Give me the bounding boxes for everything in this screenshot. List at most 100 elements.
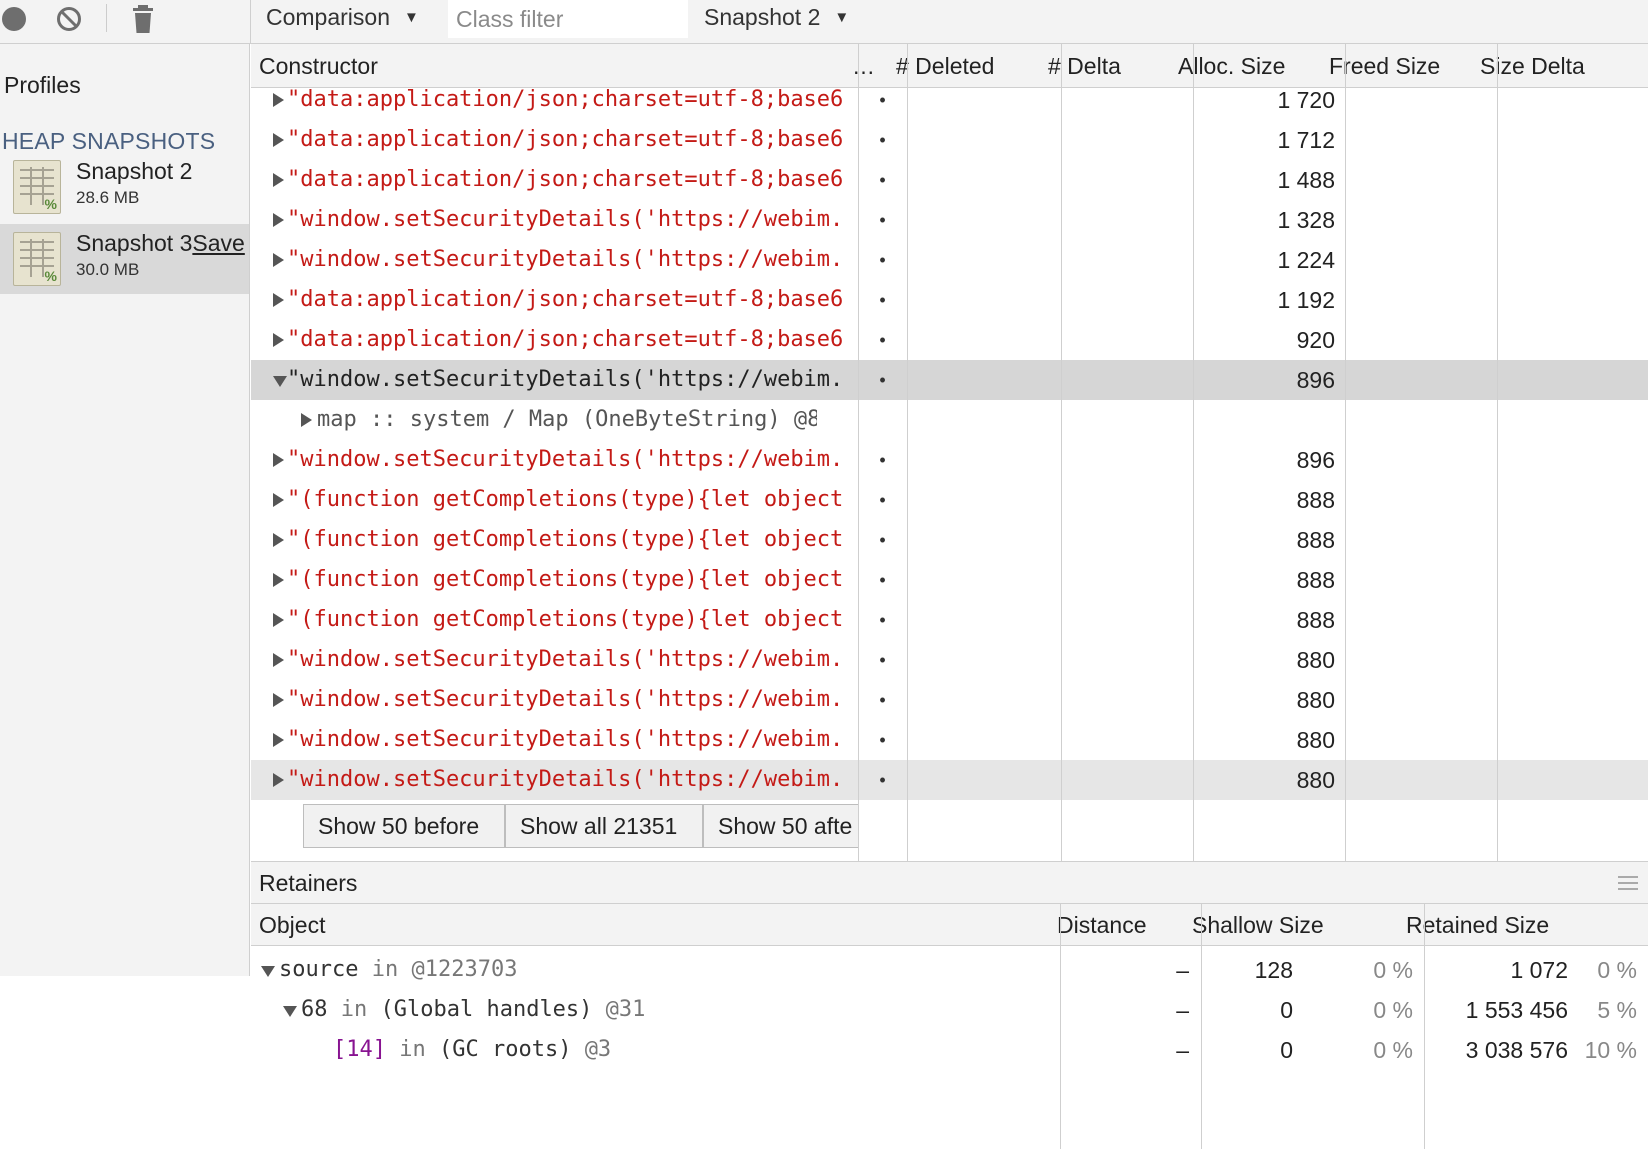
- retainer-row[interactable]: 68 in (Global handles) @31 – 0 0 % 1 553…: [251, 990, 1648, 1030]
- snapshot-name: Snapshot 2: [76, 158, 193, 184]
- retainer-row[interactable]: [14] in (GC roots) @3 – 0 0 % 3 038 576 …: [251, 1030, 1648, 1070]
- grid-row[interactable]: "(function getCompletions(type){let obje…: [251, 600, 1648, 640]
- column-header-object[interactable]: Object: [251, 904, 325, 946]
- grid-row[interactable]: "window.setSecurityDetails('https://webi…: [251, 240, 1648, 280]
- more-cell: •: [879, 610, 886, 630]
- base-snapshot-label: Snapshot 2: [704, 4, 821, 30]
- grid-row[interactable]: "data:application/json;charset=utf-8;bas…: [251, 80, 1648, 120]
- retainer-row[interactable]: source in @1223703 – 128 0 % 1 072 0 %: [251, 950, 1648, 990]
- expand-arrow-icon[interactable]: [273, 293, 284, 307]
- column-header-distance[interactable]: Distance: [1049, 904, 1146, 946]
- expand-arrow-icon[interactable]: [273, 253, 284, 267]
- grid-row[interactable]: "window.setSecurityDetails('https://webi…: [251, 200, 1648, 240]
- grid-row[interactable]: "(function getCompletions(type){let obje…: [251, 560, 1648, 600]
- alloc-size-cell: 1 720: [1277, 87, 1335, 113]
- grid-row[interactable]: "data:application/json;charset=utf-8;bas…: [251, 320, 1648, 360]
- constructor-cell: "data:application/json;charset=utf-8;bas…: [287, 87, 844, 112]
- constructor-cell: "window.setSecurityDetails('https://webi…: [287, 367, 844, 392]
- grid-row[interactable]: "window.setSecurityDetails('https://webi…: [251, 440, 1648, 480]
- expand-arrow-icon[interactable]: [273, 93, 284, 107]
- grid-row[interactable]: "data:application/json;charset=utf-8;bas…: [251, 160, 1648, 200]
- expand-arrow-icon[interactable]: [273, 533, 284, 547]
- grid-row[interactable]: "window.setSecurityDetails('https://webi…: [251, 360, 1648, 400]
- expand-arrow-icon[interactable]: [273, 693, 284, 707]
- grid-row[interactable]: "(function getCompletions(type){let obje…: [251, 480, 1648, 520]
- expand-arrow-icon[interactable]: [273, 653, 284, 667]
- collapse-arrow-icon[interactable]: [261, 966, 275, 977]
- alloc-size-cell: 880: [1296, 647, 1335, 673]
- alloc-size-cell: 888: [1296, 607, 1335, 633]
- alloc-size-cell: 1 488: [1277, 167, 1335, 193]
- more-cell: •: [879, 330, 886, 350]
- constructor-cell: "window.setSecurityDetails('https://webi…: [287, 447, 844, 472]
- more-cell: •: [879, 450, 886, 470]
- grid-row[interactable]: "window.setSecurityDetails('https://webi…: [251, 680, 1648, 720]
- alloc-size-cell: 1 328: [1277, 207, 1335, 233]
- snapshot-item[interactable]: % Snapshot 2 28.6 MB: [0, 152, 249, 222]
- expand-arrow-icon[interactable]: [273, 333, 284, 347]
- collapse-arrow-icon[interactable]: [283, 1006, 297, 1017]
- expand-arrow-icon[interactable]: [273, 453, 284, 467]
- view-mode-select[interactable]: Comparison ▼: [266, 4, 419, 31]
- view-mode-label: Comparison: [266, 4, 390, 30]
- collapse-arrow-icon[interactable]: [273, 376, 287, 387]
- constructor-cell: "window.setSecurityDetails('https://webi…: [287, 247, 844, 272]
- base-snapshot-select[interactable]: Snapshot 2 ▼: [704, 4, 849, 31]
- trash-icon[interactable]: [130, 4, 156, 34]
- alloc-size-cell: 880: [1296, 727, 1335, 753]
- toolbar-divider: [106, 4, 107, 32]
- grid-row[interactable]: "window.setSecurityDetails('https://webi…: [251, 760, 1648, 800]
- more-cell: •: [879, 370, 886, 390]
- alloc-size-cell: 880: [1296, 687, 1335, 713]
- retainer-retained-percent: 5 %: [1597, 997, 1637, 1023]
- expand-arrow-icon[interactable]: [273, 573, 284, 587]
- grid-row[interactable]: "data:application/json;charset=utf-8;bas…: [251, 280, 1648, 320]
- save-snapshot-link[interactable]: Save: [192, 230, 244, 256]
- alloc-size-cell: 896: [1296, 367, 1335, 393]
- constructor-cell: "window.setSecurityDetails('https://webi…: [287, 687, 844, 712]
- column-header-shallow-size[interactable]: Shallow Size: [1184, 904, 1324, 946]
- constructor-cell: "(function getCompletions(type){let obje…: [287, 567, 844, 592]
- grid-row[interactable]: "(function getCompletions(type){let obje…: [251, 520, 1648, 560]
- retainer-shallow-size: 128: [1254, 957, 1293, 983]
- record-icon[interactable]: [2, 7, 26, 31]
- expand-arrow-icon[interactable]: [273, 613, 284, 627]
- expand-arrow-icon[interactable]: [273, 733, 284, 747]
- constructor-cell: "data:application/json;charset=utf-8;bas…: [287, 327, 844, 352]
- more-cell: •: [879, 650, 886, 670]
- expand-arrow-icon[interactable]: [301, 413, 312, 427]
- constructor-cell: "window.setSecurityDetails('https://webi…: [287, 647, 844, 672]
- more-cell: •: [879, 490, 886, 510]
- retainer-object: [14] in (GC roots) @3: [333, 1037, 612, 1062]
- expand-arrow-icon[interactable]: [273, 173, 284, 187]
- retainer-distance: –: [1176, 957, 1189, 983]
- snapshot-item-selected[interactable]: % Snapshot 3Save 30.0 MB: [0, 224, 249, 294]
- alloc-size-cell: 896: [1296, 447, 1335, 473]
- constructor-cell: map :: system / Map (OneByteString) @85: [317, 407, 817, 432]
- dropdown-arrow-icon: ▼: [404, 9, 419, 26]
- constructor-cell: "data:application/json;charset=utf-8;bas…: [287, 127, 844, 152]
- column-header-retained-size[interactable]: Retained Size: [1398, 904, 1549, 946]
- show-all-button[interactable]: Show all 21351: [505, 804, 703, 848]
- grid-row[interactable]: "window.setSecurityDetails('https://webi…: [251, 720, 1648, 760]
- more-cell: •: [879, 170, 886, 190]
- show-50-after-button[interactable]: Show 50 afte: [703, 804, 858, 848]
- class-filter-input[interactable]: [448, 0, 688, 38]
- more-cell: •: [879, 90, 886, 110]
- toolbar-divider: [250, 0, 251, 44]
- expand-arrow-icon[interactable]: [273, 773, 284, 787]
- retainer-retained-percent: 10 %: [1584, 1037, 1637, 1063]
- show-50-before-button[interactable]: Show 50 before: [303, 804, 505, 848]
- grid-row[interactable]: "window.setSecurityDetails('https://webi…: [251, 640, 1648, 680]
- expand-arrow-icon[interactable]: [273, 213, 284, 227]
- clear-icon[interactable]: [56, 6, 82, 32]
- grid-row[interactable]: map :: system / Map (OneByteString) @85: [251, 400, 1648, 440]
- expand-arrow-icon[interactable]: [273, 133, 284, 147]
- drag-handle-icon[interactable]: [1618, 876, 1638, 890]
- expand-arrow-icon[interactable]: [273, 493, 284, 507]
- retainer-retained-percent: 0 %: [1597, 957, 1637, 983]
- grid-row[interactable]: "data:application/json;charset=utf-8;bas…: [251, 120, 1648, 160]
- constructor-cell: "(function getCompletions(type){let obje…: [287, 487, 844, 512]
- more-cell: •: [879, 530, 886, 550]
- constructor-cell: "window.setSecurityDetails('https://webi…: [287, 207, 844, 232]
